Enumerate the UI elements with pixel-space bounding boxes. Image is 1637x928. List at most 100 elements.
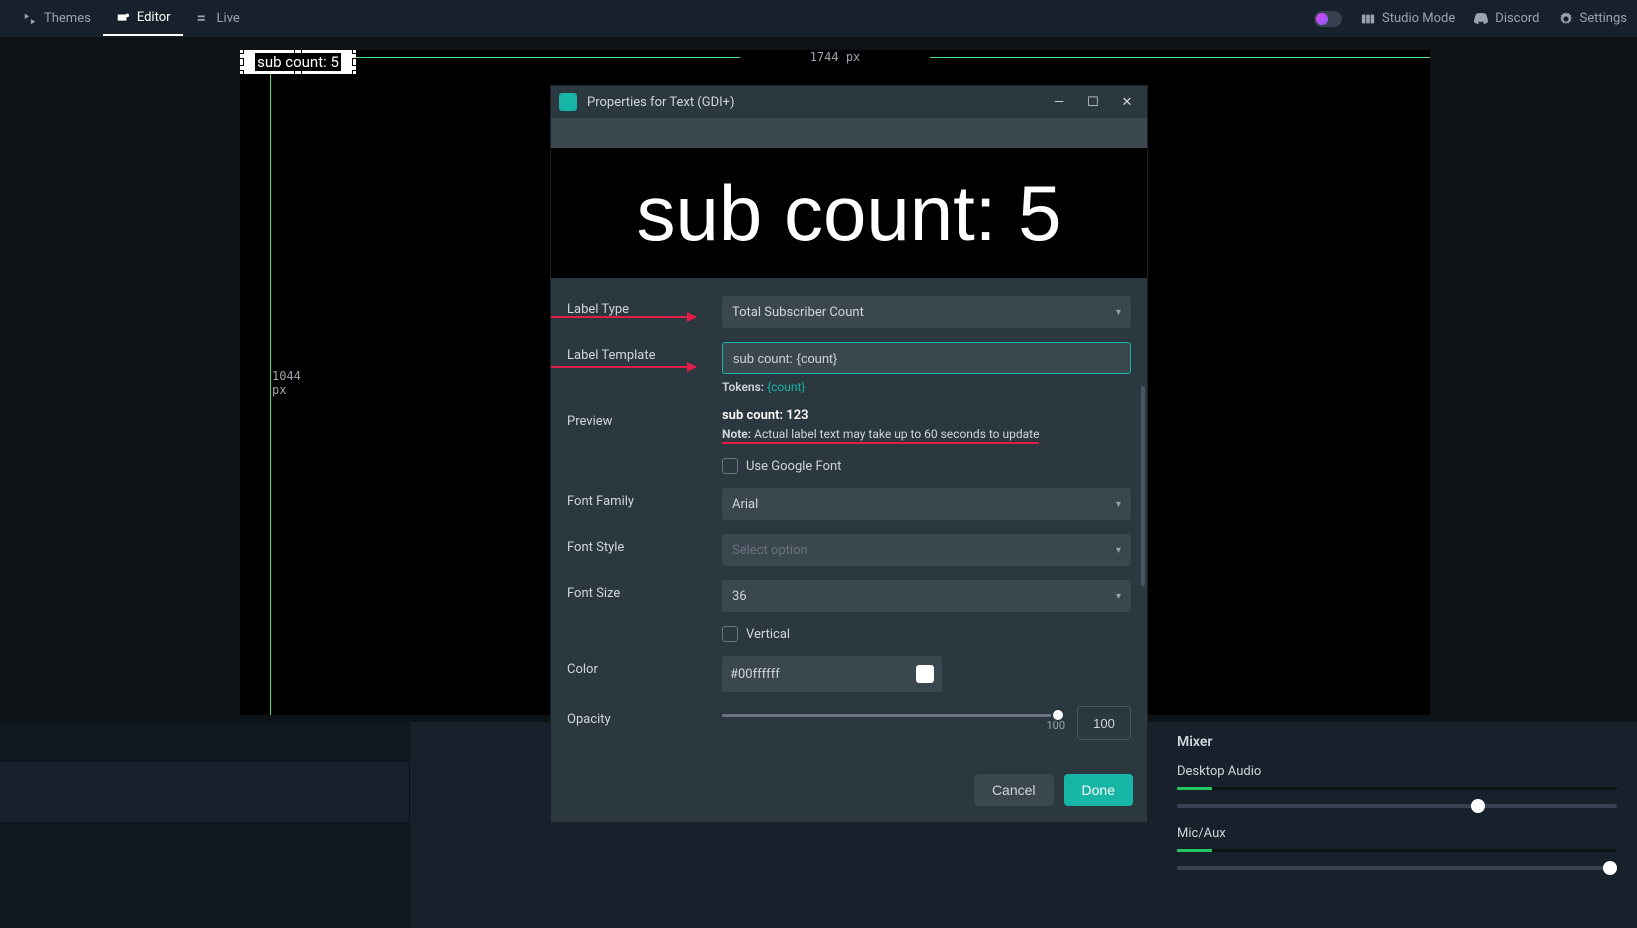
tokens-value: {count}: [767, 380, 805, 394]
resize-handle[interactable]: [240, 50, 244, 54]
resize-handle[interactable]: [294, 50, 302, 54]
audio-meter: [1177, 849, 1617, 852]
color-swatch[interactable]: [916, 665, 934, 683]
label-type-value: Total Subscriber Count: [732, 305, 864, 320]
preview-value: sub count: 123: [722, 408, 1131, 423]
nav-right: Studio Mode Discord Settings: [1314, 7, 1627, 31]
font-family-value: Arial: [732, 497, 758, 512]
nav-settings-label: Settings: [1580, 11, 1627, 26]
source-text-gdi[interactable]: sub count: 5: [240, 50, 356, 74]
nav-themes-label: Themes: [44, 11, 91, 26]
resize-handle[interactable]: [294, 70, 302, 74]
mixer-panel: Mixer Desktop Audio Mic/Aux: [1157, 722, 1637, 928]
resize-handle[interactable]: [352, 50, 356, 54]
dialog-scrollbar[interactable]: [1141, 386, 1145, 586]
discord-icon: [1473, 11, 1489, 27]
source-text-content: sub count: 5: [255, 53, 341, 71]
dialog-toolbar: [551, 118, 1147, 148]
tokens-label: Tokens:: [722, 380, 764, 394]
dialog-title: Properties for Text (GDI+): [587, 95, 1037, 110]
resize-handle[interactable]: [352, 58, 356, 66]
close-button[interactable]: ✕: [1115, 95, 1139, 110]
vertical-label: Vertical: [746, 627, 790, 642]
editor-icon: [115, 10, 131, 26]
chevron-down-icon: ▾: [1116, 545, 1121, 556]
vertical-checkbox[interactable]: [722, 626, 738, 642]
font-size-label: Font Size: [567, 580, 722, 601]
font-size-value: 36: [732, 589, 747, 604]
opacity-label: Opacity: [567, 706, 722, 727]
nav-themes[interactable]: Themes: [10, 3, 103, 35]
resize-handle[interactable]: [240, 58, 244, 66]
app-icon: [559, 93, 577, 111]
chevron-down-icon: ▾: [1116, 307, 1121, 318]
chevron-down-icon: ▾: [1116, 499, 1121, 510]
font-family-select[interactable]: Arial ▾: [722, 488, 1131, 520]
gear-icon: [1558, 11, 1574, 27]
audio-meter: [1177, 787, 1617, 790]
color-label: Color: [567, 656, 722, 677]
label-template-input[interactable]: [722, 342, 1131, 374]
dialog-titlebar[interactable]: Properties for Text (GDI+) — ☐ ✕: [551, 86, 1147, 118]
label-template-label: Label Template: [567, 342, 722, 363]
ruler-horizontal: 1744 px: [240, 50, 1430, 64]
mixer-track-desktop: Desktop Audio: [1177, 764, 1617, 808]
volume-slider[interactable]: [1177, 866, 1617, 870]
slider-thumb[interactable]: [1051, 708, 1065, 722]
opacity-max-label: 100: [722, 719, 1065, 732]
themes-icon: [22, 11, 38, 27]
google-font-label: Use Google Font: [746, 459, 841, 474]
label-type-label: Label Type: [567, 296, 722, 317]
note-text: Actual label text may take up to 60 seco…: [754, 427, 1039, 441]
nav-discord[interactable]: Discord: [1473, 7, 1539, 31]
opacity-input[interactable]: [1077, 706, 1131, 740]
font-size-select[interactable]: 36 ▾: [722, 580, 1131, 612]
mixer-track-name: Desktop Audio: [1177, 764, 1617, 779]
resize-handle[interactable]: [240, 70, 244, 74]
mixer-title: Mixer: [1177, 734, 1617, 750]
mixer-track-name: Mic/Aux: [1177, 826, 1617, 841]
nav-studio-mode[interactable]: Studio Mode: [1360, 7, 1455, 31]
canvas-height-label: 1044 px: [272, 369, 301, 397]
top-nav: Themes Editor Live Studio Mode Di: [0, 0, 1637, 38]
dialog-body: Label Type Total Subscriber Count ▾ Labe…: [551, 278, 1147, 762]
nav-live-label: Live: [217, 11, 240, 26]
note-label: Note:: [722, 427, 751, 441]
font-family-label: Font Family: [567, 488, 722, 509]
chevron-down-icon: ▾: [1116, 591, 1121, 602]
nav-studio-label: Studio Mode: [1382, 11, 1455, 26]
live-icon: [195, 11, 211, 27]
nav-editor[interactable]: Editor: [103, 2, 183, 36]
nav-left: Themes Editor Live: [10, 2, 252, 36]
font-style-label: Font Style: [567, 534, 722, 555]
color-value: #00ffffff: [730, 667, 906, 682]
font-style-select[interactable]: Select option ▾: [722, 534, 1131, 566]
volume-slider[interactable]: [1177, 804, 1617, 808]
nav-discord-label: Discord: [1495, 11, 1539, 26]
cancel-button[interactable]: Cancel: [974, 774, 1054, 806]
preview-text-large: sub count: 5: [637, 168, 1062, 259]
nav-settings[interactable]: Settings: [1558, 7, 1627, 31]
maximize-button[interactable]: ☐: [1081, 95, 1105, 110]
dialog-preview: sub count: 5: [551, 148, 1147, 278]
annotation-arrow: [551, 366, 696, 368]
font-style-placeholder: Select option: [732, 543, 808, 558]
label-type-select[interactable]: Total Subscriber Count ▾: [722, 296, 1131, 328]
opacity-slider[interactable]: [722, 714, 1065, 717]
properties-dialog: Properties for Text (GDI+) — ☐ ✕ sub cou…: [550, 85, 1148, 823]
done-button[interactable]: Done: [1064, 774, 1133, 806]
preview-label: Preview: [567, 408, 722, 429]
resize-handle[interactable]: [352, 70, 356, 74]
dialog-footer: Cancel Done: [551, 762, 1147, 822]
canvas-width-label: 1744 px: [810, 50, 861, 64]
studio-mode-icon: [1360, 11, 1376, 27]
minimize-button[interactable]: —: [1047, 95, 1071, 110]
scenes-panel: [0, 722, 410, 928]
google-font-checkbox[interactable]: [722, 458, 738, 474]
nav-editor-label: Editor: [137, 10, 171, 25]
ruler-vertical: 1044 px: [240, 50, 300, 715]
mixer-track-mic: Mic/Aux: [1177, 826, 1617, 870]
nav-live[interactable]: Live: [183, 3, 252, 35]
color-input[interactable]: #00ffffff: [722, 656, 942, 692]
toggle-switch[interactable]: [1314, 11, 1342, 27]
